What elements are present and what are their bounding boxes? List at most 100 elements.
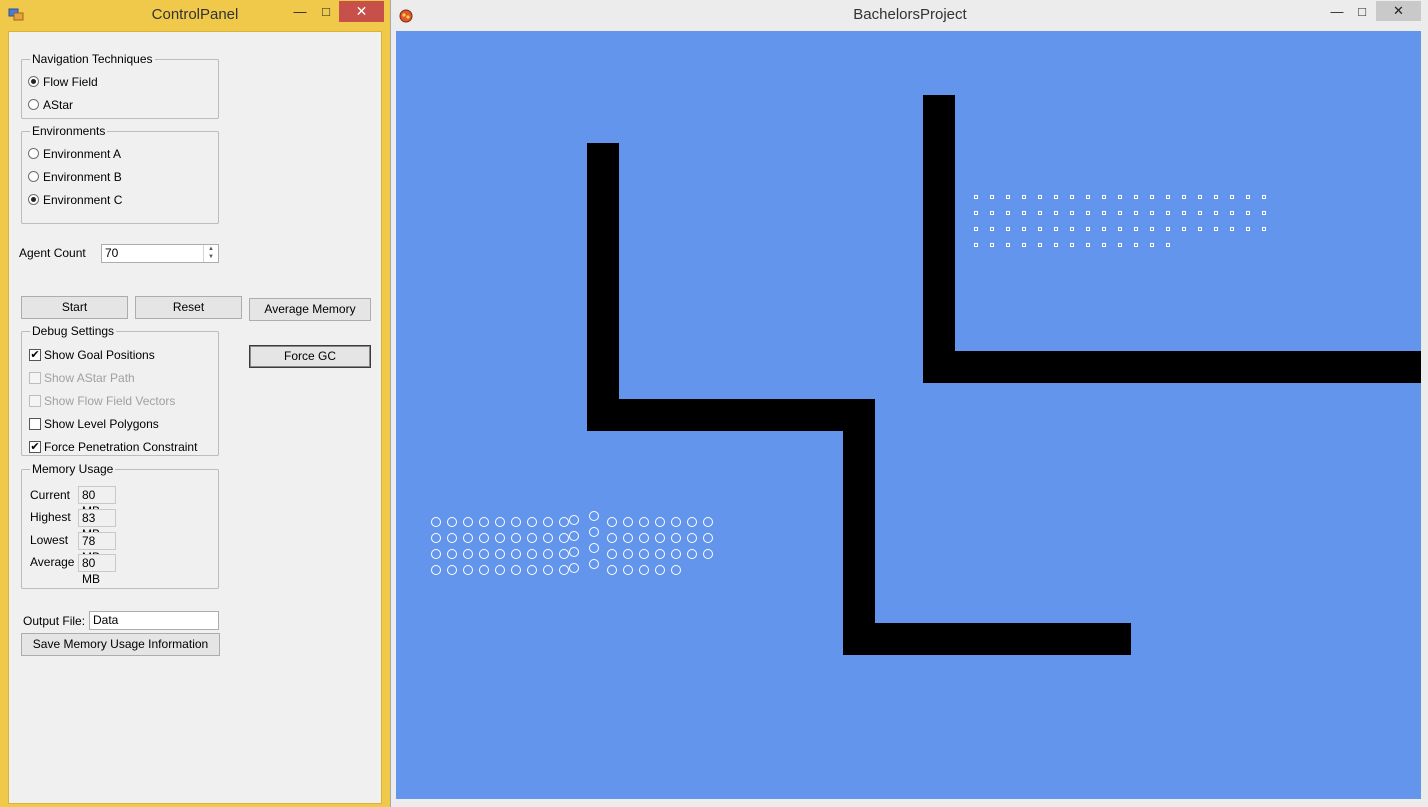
goal-position: [1038, 227, 1042, 231]
goal-position: [1038, 211, 1042, 215]
goal-position: [1166, 243, 1170, 247]
goal-position: [1198, 227, 1202, 231]
agent: [431, 533, 441, 543]
agent: [543, 533, 553, 543]
agent: [527, 565, 537, 575]
control-panel-titlebar[interactable]: ControlPanel — □ ✕: [0, 0, 390, 30]
radio-indicator[interactable]: [28, 99, 39, 110]
wall-segment: [923, 351, 1421, 383]
goal-position: [1102, 243, 1106, 247]
goal-position: [1150, 243, 1154, 247]
goal-position: [1118, 195, 1122, 199]
debug-settings-group: Debug Settings ✔ Show Goal Positions Sho…: [21, 323, 219, 456]
agent: [559, 549, 569, 559]
memory-usage-legend: Memory Usage: [30, 461, 116, 477]
close-button[interactable]: ✕: [1376, 1, 1421, 21]
agent-count-spinner[interactable]: ▲ ▼: [203, 245, 218, 262]
agent: [431, 549, 441, 559]
goal-position: [1118, 211, 1122, 215]
goal-position: [1182, 195, 1186, 199]
goal-position: [974, 243, 978, 247]
goal-position: [1182, 227, 1186, 231]
checkbox-label: Show Level Polygons: [44, 417, 159, 431]
agent: [511, 565, 521, 575]
goal-position: [1006, 211, 1010, 215]
goal-position: [1198, 195, 1202, 199]
memory-average-label: Average: [30, 555, 75, 569]
agent: [495, 517, 505, 527]
goal-position: [1262, 211, 1266, 215]
agent: [589, 511, 599, 521]
agent: [623, 533, 633, 543]
agent: [543, 565, 553, 575]
memory-usage-group: Memory Usage Current 80 MB Highest 83 MB…: [21, 461, 219, 589]
goal-position: [1150, 227, 1154, 231]
reset-button[interactable]: Reset: [135, 296, 242, 319]
radio-indicator[interactable]: [28, 171, 39, 182]
memory-lowest-value: 78 MB: [78, 532, 116, 564]
maximize-button[interactable]: □: [316, 2, 336, 22]
goal-position: [1070, 195, 1074, 199]
minimize-button[interactable]: —: [1327, 2, 1347, 22]
checkbox-indicator[interactable]: ✔: [29, 349, 41, 361]
goal-position: [1070, 211, 1074, 215]
minimize-button[interactable]: —: [290, 2, 310, 22]
goal-position: [1086, 227, 1090, 231]
agent: [607, 565, 617, 575]
agent: [623, 517, 633, 527]
force-gc-button[interactable]: Force GC: [249, 345, 371, 368]
save-memory-usage-button[interactable]: Save Memory Usage Information: [21, 633, 220, 656]
goal-position: [1166, 227, 1170, 231]
goal-position: [1166, 195, 1170, 199]
agent: [569, 563, 579, 573]
goal-position: [1214, 227, 1218, 231]
memory-average-value: 80 MB: [78, 554, 116, 586]
simulation-canvas[interactable]: [396, 31, 1421, 799]
average-memory-button[interactable]: Average Memory: [249, 298, 371, 321]
output-file-input[interactable]: Data: [89, 611, 219, 630]
goal-position: [1006, 243, 1010, 247]
checkbox-label: Show AStar Path: [44, 371, 135, 385]
environments-group: Environments Environment A Environment B…: [21, 123, 219, 224]
wall-segment: [843, 623, 1131, 655]
agent: [655, 517, 665, 527]
agent: [511, 517, 521, 527]
goal-position: [1166, 211, 1170, 215]
radio-indicator[interactable]: [28, 76, 39, 87]
agent: [623, 565, 633, 575]
goal-position: [1214, 195, 1218, 199]
radio-label: Environment B: [43, 170, 122, 184]
radio-label: Environment C: [43, 193, 123, 207]
agent: [463, 533, 473, 543]
goal-position: [1230, 195, 1234, 199]
agent: [639, 565, 649, 575]
goal-position: [1022, 227, 1026, 231]
agent: [687, 549, 697, 559]
maximize-button[interactable]: □: [1352, 2, 1372, 22]
agent: [639, 517, 649, 527]
agent: [495, 549, 505, 559]
wall-segment: [843, 399, 875, 655]
agent: [543, 517, 553, 527]
close-button[interactable]: ✕: [339, 1, 384, 22]
checkbox-indicator[interactable]: ✔: [29, 441, 41, 453]
start-button[interactable]: Start: [21, 296, 128, 319]
radio-indicator[interactable]: [28, 148, 39, 159]
checkbox-label: Show Goal Positions: [44, 348, 155, 362]
radio-indicator[interactable]: [28, 194, 39, 205]
checkbox-indicator[interactable]: [29, 418, 41, 430]
goal-position: [1086, 195, 1090, 199]
agent: [569, 515, 579, 525]
agent: [463, 517, 473, 527]
goal-position: [974, 227, 978, 231]
spin-up-icon[interactable]: ▲: [204, 245, 218, 253]
goal-position: [1086, 211, 1090, 215]
agent-count-input[interactable]: 70 ▲ ▼: [101, 244, 219, 263]
goal-position: [1118, 243, 1122, 247]
spin-down-icon[interactable]: ▼: [204, 253, 218, 261]
goal-position: [1246, 195, 1250, 199]
agent: [511, 533, 521, 543]
navigation-group: Navigation Techniques Flow Field AStar: [21, 51, 219, 119]
radio-label: Environment A: [43, 147, 122, 161]
goal-position: [1070, 243, 1074, 247]
